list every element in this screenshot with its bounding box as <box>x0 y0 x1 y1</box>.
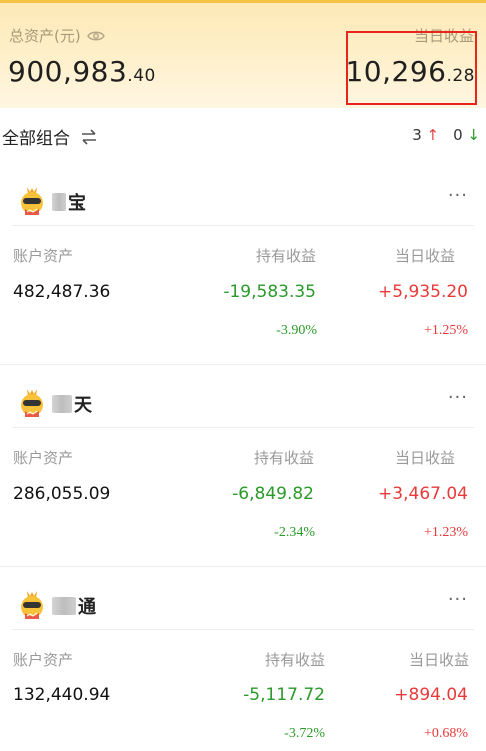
assets-label: 账户资产 <box>13 651 74 669</box>
total-assets-int: 900,983 <box>8 55 128 88</box>
group-selector[interactable]: 全部组合 <box>2 124 98 149</box>
down-count-value: 0 <box>453 126 463 144</box>
card-header: 宝 ··· <box>0 175 486 225</box>
assets-value: 482,487.36 <box>13 282 111 302</box>
card-header: 通 ··· <box>0 579 486 629</box>
holding-pct: -3.90% <box>276 323 317 338</box>
blurred-text <box>52 597 76 615</box>
holding-pct: -2.34% <box>274 525 315 540</box>
holding-value: -5,117.72 <box>243 685 325 705</box>
today-pct: +1.23% <box>423 525 468 540</box>
holding-label: 持有收益 <box>255 247 316 265</box>
today-value: +3,467.04 <box>378 484 468 504</box>
more-icon[interactable]: ··· <box>448 589 468 610</box>
holding-value: -6,849.82 <box>232 484 314 504</box>
today-value: +5,935.20 <box>378 282 468 302</box>
card-separator <box>0 566 486 567</box>
today-label: 当日收益 <box>408 651 469 669</box>
portfolio-card[interactable]: 天 ··· 账户资产 持有收益 当日收益 286,055.09 -6,849.8… <box>0 377 486 567</box>
card-name-text: 通 <box>78 597 96 618</box>
holding-pct: -3.72% <box>284 726 325 741</box>
card-name-text: 宝 <box>68 193 86 214</box>
blurred-text <box>52 193 66 211</box>
up-count-value: 3 <box>412 126 422 144</box>
today-value: +894.04 <box>394 685 468 705</box>
swap-icon[interactable] <box>80 128 98 145</box>
assets-label: 账户资产 <box>13 247 74 265</box>
assets-value: 286,055.09 <box>13 484 111 504</box>
up-count: 3 ↑ <box>412 126 439 144</box>
mascot-icon <box>21 187 43 215</box>
total-assets-label-text: 总资产(元) <box>9 27 81 45</box>
up-arrow-icon: ↑ <box>426 126 440 144</box>
more-icon[interactable]: ··· <box>448 185 468 206</box>
up-down-counts: 3 ↑ 0 ↓ <box>412 126 480 144</box>
holding-label: 持有收益 <box>264 651 325 669</box>
blurred-text <box>52 395 72 413</box>
eye-icon[interactable] <box>86 30 105 42</box>
assets-value: 132,440.94 <box>13 685 111 705</box>
today-pct: +1.25% <box>423 323 468 338</box>
down-count: 0 ↓ <box>453 126 480 144</box>
more-icon[interactable]: ··· <box>448 387 468 408</box>
today-label: 当日收益 <box>394 247 455 265</box>
card-name: 天 <box>52 391 92 417</box>
highlight-box <box>346 31 477 105</box>
group-row: 全部组合 3 ↑ 0 ↓ <box>0 118 486 150</box>
card-separator <box>0 364 486 365</box>
divider <box>12 225 474 226</box>
card-name: 宝 <box>52 189 86 215</box>
mascot-icon <box>21 591 43 619</box>
holding-value: -19,583.35 <box>223 282 316 302</box>
card-header: 天 ··· <box>0 377 486 427</box>
assets-label: 账户资产 <box>13 449 74 467</box>
card-name-text: 天 <box>74 395 92 416</box>
mascot-icon <box>21 389 43 417</box>
total-assets-dec: .40 <box>127 66 156 86</box>
total-assets-label: 总资产(元) <box>9 25 105 46</box>
divider <box>12 629 474 630</box>
card-name: 通 <box>52 593 96 619</box>
portfolio-card[interactable]: 宝 ··· 账户资产 持有收益 当日收益 482,487.36 -19,583.… <box>0 175 486 365</box>
down-arrow-icon: ↓ <box>467 126 480 144</box>
divider <box>12 427 474 428</box>
today-label: 当日收益 <box>394 449 455 467</box>
portfolio-card[interactable]: 通 ··· 账户资产 持有收益 当日收益 132,440.94 -5,117.7… <box>0 579 486 751</box>
holding-label: 持有收益 <box>253 449 314 467</box>
group-title: 全部组合 <box>2 129 70 149</box>
total-assets-value: 900,983.40 <box>8 55 156 88</box>
today-pct: +0.68% <box>423 726 468 741</box>
